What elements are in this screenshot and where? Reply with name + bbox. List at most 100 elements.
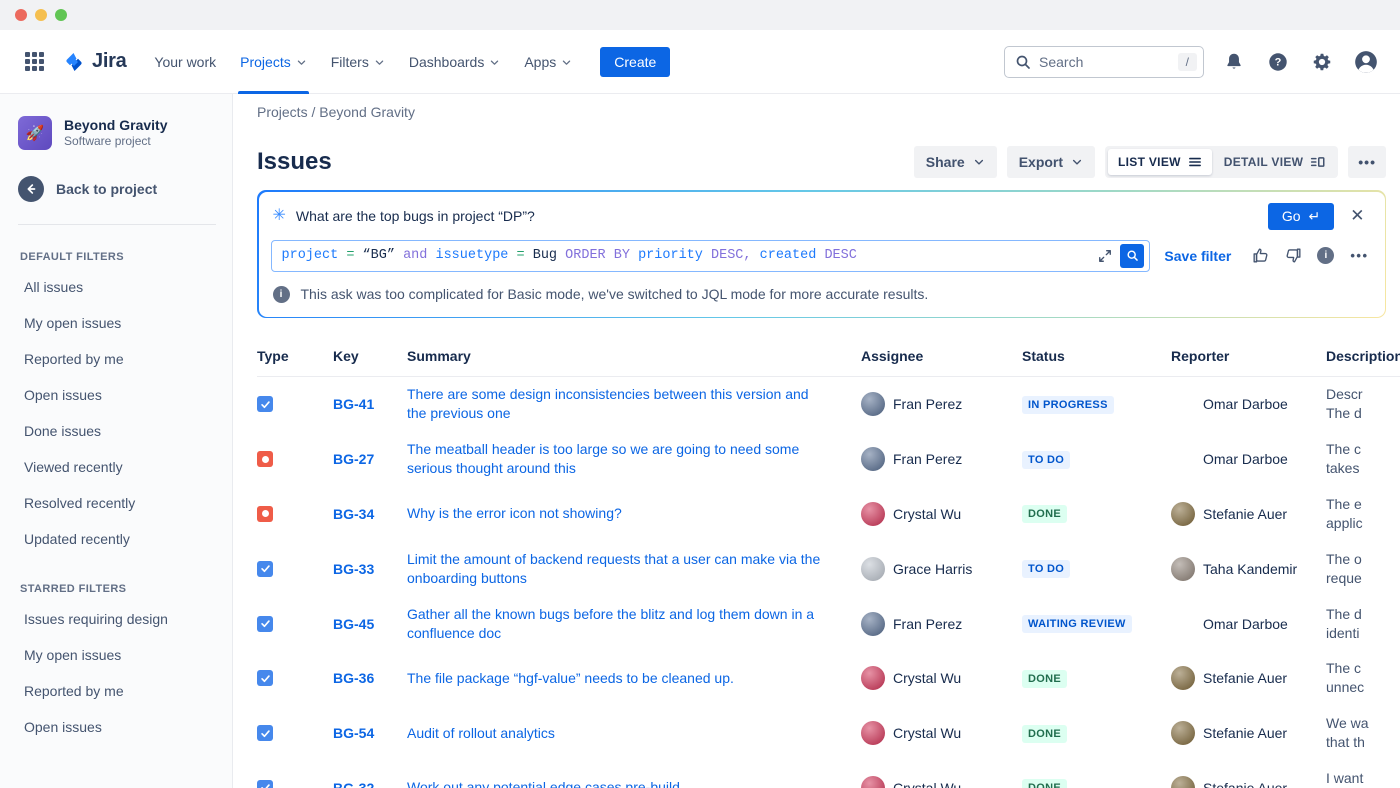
thumbs-down-icon[interactable] — [1284, 246, 1303, 265]
reporter-cell[interactable]: Stefanie Auer — [1171, 666, 1326, 690]
sidebar-item-done-issues[interactable]: Done issues — [16, 413, 216, 449]
issue-summary-link[interactable]: Work out any potential edge cases pre-bu… — [407, 778, 842, 788]
share-button[interactable]: Share — [914, 146, 997, 178]
issue-key[interactable]: BG-45 — [333, 616, 407, 632]
nav-item-filters[interactable]: Filters — [319, 30, 397, 94]
assignee-cell[interactable]: Fran Perez — [861, 447, 1022, 471]
global-search[interactable]: / — [1004, 46, 1204, 78]
sidebar-item-open-issues[interactable]: Open issues — [16, 709, 216, 745]
reporter-cell[interactable]: Omar Darboe — [1171, 451, 1326, 467]
sidebar-item-updated-recently[interactable]: Updated recently — [16, 521, 216, 557]
status-cell[interactable]: TO DO — [1022, 559, 1171, 578]
notifications-bell-icon[interactable] — [1220, 48, 1248, 76]
nav-item-apps[interactable]: Apps — [512, 30, 584, 94]
list-view-toggle[interactable]: LIST VIEW — [1108, 149, 1212, 175]
sidebar-item-reported-by-me[interactable]: Reported by me — [16, 673, 216, 709]
status-cell[interactable]: DONE — [1022, 724, 1171, 743]
sidebar-item-resolved-recently[interactable]: Resolved recently — [16, 485, 216, 521]
reporter-cell[interactable]: Stefanie Auer — [1171, 776, 1326, 788]
description-line: I want — [1326, 769, 1400, 788]
sidebar-item-reported-by-me[interactable]: Reported by me — [16, 341, 216, 377]
nav-item-your-work[interactable]: Your work — [142, 30, 228, 94]
close-window-button[interactable] — [15, 9, 27, 21]
description-line: applic — [1326, 514, 1400, 533]
status-cell[interactable]: DONE — [1022, 504, 1171, 523]
project-card[interactable]: 🚀 Beyond Gravity Software project — [16, 116, 216, 150]
issue-summary-link[interactable]: Audit of rollout analytics — [407, 724, 842, 743]
reporter-cell[interactable]: Omar Darboe — [1171, 616, 1326, 632]
app-switcher-icon[interactable] — [18, 46, 50, 78]
issue-summary-link[interactable]: There are some design inconsistencies be… — [407, 385, 842, 423]
assignee-cell[interactable]: Grace Harris — [861, 557, 1022, 581]
issue-summary-link[interactable]: Why is the error icon not showing? — [407, 504, 842, 523]
zoom-window-button[interactable] — [55, 9, 67, 21]
issue-key[interactable]: BG-33 — [333, 561, 407, 577]
nav-item-dashboards[interactable]: Dashboards — [397, 30, 513, 94]
jira-logo[interactable]: Jira — [56, 50, 136, 74]
assignee-cell[interactable]: Crystal Wu — [861, 776, 1022, 788]
reporter-cell[interactable]: Omar Darboe — [1171, 396, 1326, 412]
status-cell[interactable]: IN PROGRESS — [1022, 395, 1171, 414]
more-actions-button[interactable]: ••• — [1348, 146, 1386, 178]
expand-jql-icon[interactable] — [1098, 249, 1112, 263]
settings-gear-icon[interactable] — [1308, 48, 1336, 76]
type-cell — [257, 670, 333, 686]
task-type-icon[interactable] — [257, 725, 273, 741]
bug-type-icon[interactable] — [257, 506, 273, 522]
sidebar-item-viewed-recently[interactable]: Viewed recently — [16, 449, 216, 485]
info-icon[interactable]: i — [1317, 247, 1334, 264]
assignee-cell[interactable]: Fran Perez — [861, 392, 1022, 416]
issue-summary-link[interactable]: The meatball header is too large so we a… — [407, 440, 842, 478]
close-ai-panel-icon[interactable]: ✕ — [1344, 204, 1370, 228]
task-type-icon[interactable] — [257, 561, 273, 577]
jql-more-options-icon[interactable]: ••• — [1350, 248, 1368, 263]
status-cell[interactable]: WAITING REVIEW — [1022, 614, 1171, 633]
task-type-icon[interactable] — [257, 780, 273, 788]
issue-key[interactable]: BG-54 — [333, 725, 407, 741]
ai-question-text[interactable]: What are the top bugs in project “DP”? — [296, 208, 1258, 224]
task-type-icon[interactable] — [257, 616, 273, 632]
profile-avatar-icon[interactable] — [1352, 48, 1380, 76]
task-type-icon[interactable] — [257, 396, 273, 412]
sidebar-item-my-open-issues[interactable]: My open issues — [16, 305, 216, 341]
sidebar-item-all-issues[interactable]: All issues — [16, 269, 216, 305]
help-icon[interactable]: ? — [1264, 48, 1292, 76]
detail-view-toggle[interactable]: DETAIL VIEW — [1214, 149, 1336, 175]
sidebar-item-my-open-issues[interactable]: My open issues — [16, 637, 216, 673]
issue-summary-link[interactable]: Gather all the known bugs before the bli… — [407, 605, 842, 643]
issue-key[interactable]: BG-32 — [333, 780, 407, 788]
sidebar-item-open-issues[interactable]: Open issues — [16, 377, 216, 413]
status-cell[interactable]: DONE — [1022, 778, 1171, 788]
issue-key[interactable]: BG-41 — [333, 396, 407, 412]
create-button[interactable]: Create — [600, 47, 670, 77]
save-filter-link[interactable]: Save filter — [1164, 248, 1231, 264]
thumbs-up-icon[interactable] — [1251, 246, 1270, 265]
issue-summary-link[interactable]: Limit the amount of backend requests tha… — [407, 550, 842, 588]
search-input[interactable] — [1039, 54, 1170, 70]
avatar — [861, 666, 885, 690]
assignee-cell[interactable]: Crystal Wu — [861, 502, 1022, 526]
issue-key[interactable]: BG-36 — [333, 670, 407, 686]
jql-input[interactable]: project = “BG” and issuetype = Bug ORDER… — [271, 240, 1151, 272]
task-type-icon[interactable] — [257, 670, 273, 686]
bug-type-icon[interactable] — [257, 451, 273, 467]
reporter-cell[interactable]: Taha Kandemir — [1171, 557, 1326, 581]
status-cell[interactable]: DONE — [1022, 669, 1171, 688]
export-button[interactable]: Export — [1007, 146, 1095, 178]
minimize-window-button[interactable] — [35, 9, 47, 21]
go-button[interactable]: Go ↵ — [1268, 203, 1334, 230]
run-jql-search-button[interactable] — [1120, 244, 1144, 268]
assignee-cell[interactable]: Fran Perez — [861, 612, 1022, 636]
nav-item-projects[interactable]: Projects — [228, 30, 319, 94]
reporter-cell[interactable]: Stefanie Auer — [1171, 721, 1326, 745]
issue-summary-link[interactable]: The file package “hgf-value” needs to be… — [407, 669, 842, 688]
back-to-project-button[interactable]: Back to project — [18, 176, 216, 202]
sidebar-item-issues-requiring-design[interactable]: Issues requiring design — [16, 601, 216, 637]
assignee-cell[interactable]: Crystal Wu — [861, 721, 1022, 745]
issue-key[interactable]: BG-34 — [333, 506, 407, 522]
assignee-cell[interactable]: Crystal Wu — [861, 666, 1022, 690]
reporter-cell[interactable]: Stefanie Auer — [1171, 502, 1326, 526]
status-cell[interactable]: TO DO — [1022, 450, 1171, 469]
breadcrumb[interactable]: Projects / Beyond Gravity — [257, 104, 1400, 120]
issue-key[interactable]: BG-27 — [333, 451, 407, 467]
